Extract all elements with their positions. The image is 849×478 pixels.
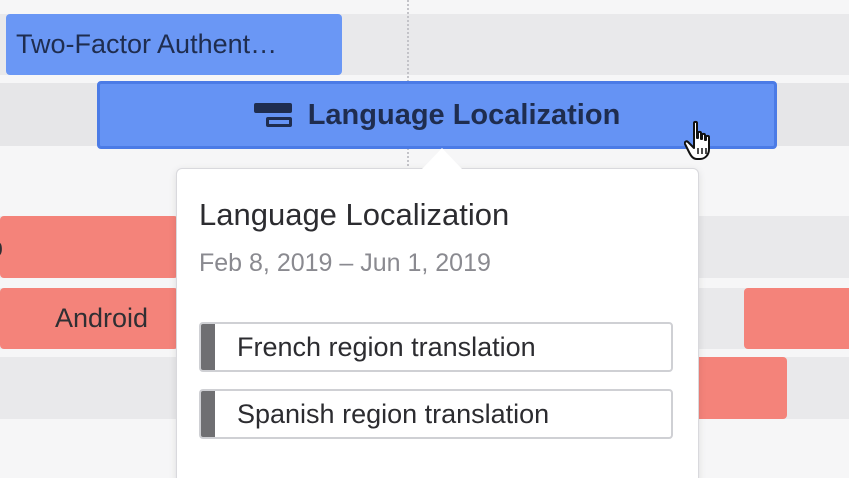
tooltip-date-range: Feb 8, 2019 – Jun 1, 2019 [199,249,491,277]
task-bar-red-row-2-right[interactable] [744,288,849,349]
task-bar-android[interactable]: Android [0,288,178,349]
task-bar-two-factor-authentication[interactable]: Two-Factor Authent… [6,14,342,75]
timeline-canvas: Two-Factor Authent… Language Localizatio… [0,0,849,478]
hand-pointer-cursor-icon [684,120,710,160]
subtask-label: Spanish region translation [237,399,550,429]
tooltip-arrow [422,148,462,169]
task-bar-red-row-3-right[interactable] [694,357,787,419]
tooltip-title: Language Localization [199,197,510,232]
subtask-status-stripe [201,324,215,370]
task-bar-label: Language Localization [307,98,621,131]
subtask-status-stripe [201,391,215,437]
task-bar-label: p [0,232,3,262]
subtask-label: French region translation [237,332,536,362]
task-bar-red-row-1[interactable]: p [0,216,178,278]
task-tooltip: Language Localization Feb 8, 2019 – Jun … [176,168,699,478]
subtask-item[interactable]: Spanish region translation [199,389,673,439]
subtasks-icon [253,101,292,129]
task-bar-language-localization[interactable]: Language Localization [97,81,777,149]
subtask-item[interactable]: French region translation [199,322,673,372]
